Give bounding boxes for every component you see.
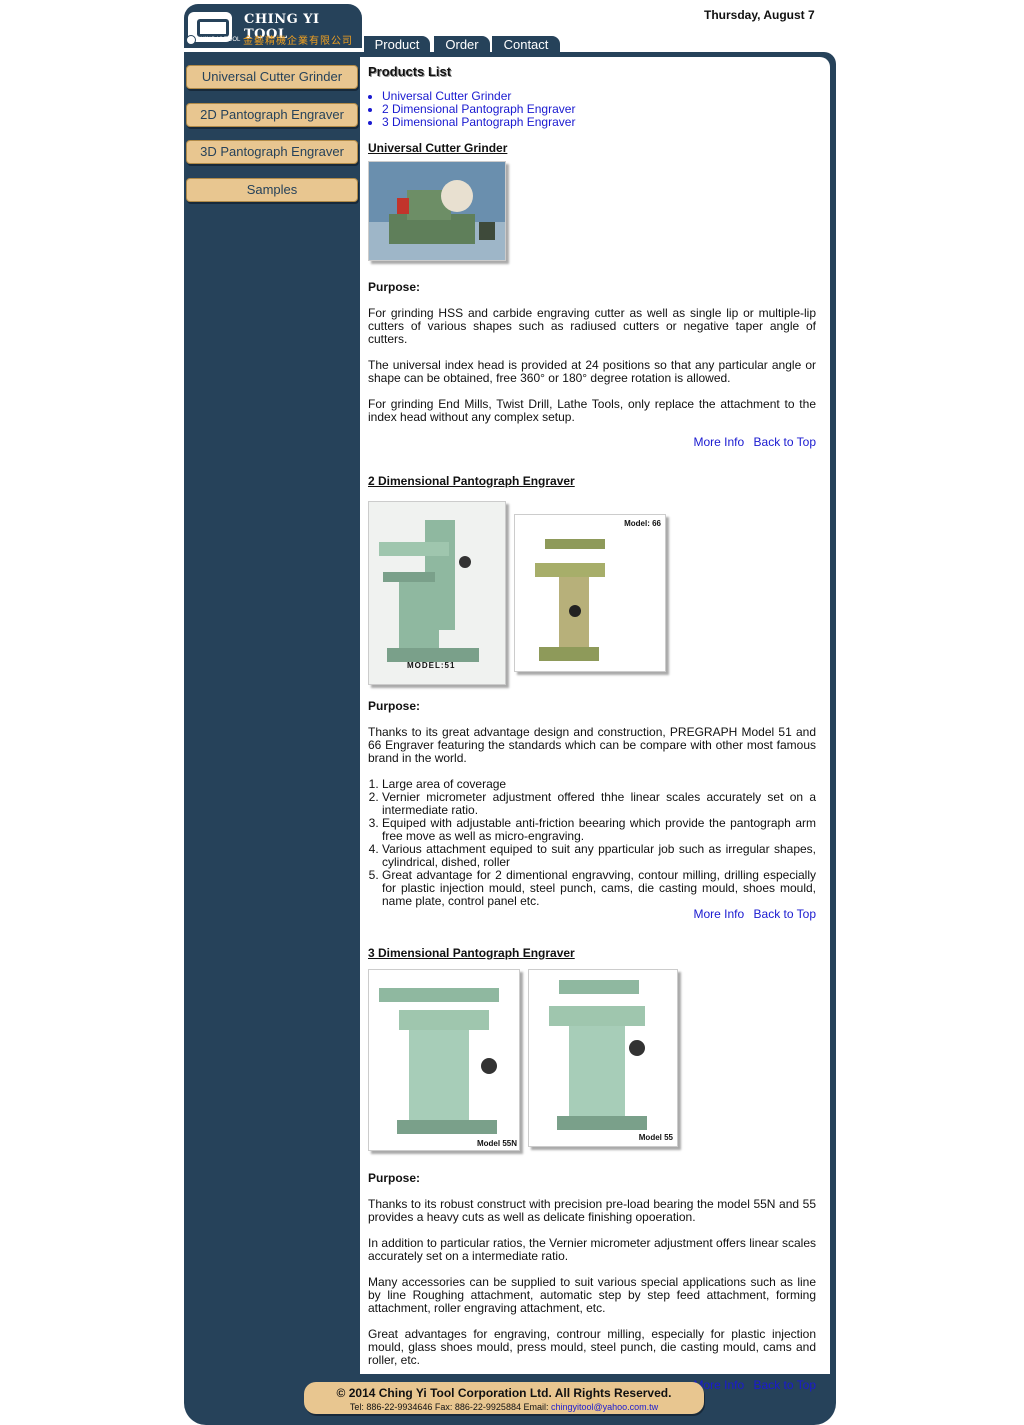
universal-cutter-grinder-photo xyxy=(368,161,506,261)
site-logo[interactable]: CHING YI TOOL CHING YI TOOL 金藝精機企業有限公司 xyxy=(184,4,362,48)
products-list: Universal Cutter Grinder 2 Dimensional P… xyxy=(368,90,816,129)
tab-contact[interactable]: Contact xyxy=(492,36,560,54)
section-paragraph: In addition to particular ratios, the Ve… xyxy=(368,1236,816,1263)
logo-name-small: CHING YI TOOL xyxy=(196,37,241,43)
model-51-photo: MODEL:51 xyxy=(368,501,506,685)
image-label: Model 55 xyxy=(638,1133,673,1142)
section-paragraph: For grinding End Mills, Twist Drill, Lat… xyxy=(368,397,816,424)
product-link-3d-engraver[interactable]: 3 Dimensional Pantograph Engraver xyxy=(382,116,816,129)
page-frame: CHING YI TOOL CHING YI TOOL 金藝精機企業有限公司 T… xyxy=(184,0,836,1425)
sidebar-item-universal-cutter-grinder[interactable]: Universal Cutter Grinder xyxy=(186,65,358,89)
feature-item: Great advantage for 2 dimentional engrav… xyxy=(382,869,816,908)
feature-item: Vernier micrometer adjustment offered th… xyxy=(382,791,816,817)
feature-item: Equiped with adjustable anti-friction be… xyxy=(382,817,816,843)
image-label: Model 55N xyxy=(476,1139,517,1148)
section-paragraph: For grinding HSS and carbide engraving c… xyxy=(368,306,816,346)
section-links: More Info Back to Top xyxy=(368,436,816,449)
section-paragraph: Thanks to its robust construct with prec… xyxy=(368,1197,816,1224)
main-content: Products List Universal Cutter Grinder 2… xyxy=(360,57,830,1392)
products-list-heading: Products List xyxy=(368,64,452,79)
sidebar-background xyxy=(184,52,360,1425)
section-title-2d-engraver: 2 Dimensional Pantograph Engraver xyxy=(368,474,575,488)
model-55-photo: Model 55 xyxy=(528,969,678,1147)
section-paragraph: The universal index head is provided at … xyxy=(368,358,816,385)
back-to-top-link[interactable]: Back to Top xyxy=(754,1378,816,1392)
footer-copyright: © 2014 Ching Yi Tool Corporation Ltd. Al… xyxy=(336,1386,672,1400)
footer-contact: Tel: 886-22-9934646 Fax: 886-22-9925884 … xyxy=(304,1402,704,1412)
model-66-photo: Model: 66 xyxy=(514,514,666,672)
model-55n-photo: Model 55N xyxy=(368,969,520,1151)
sidebar-item-3d-pantograph-engraver[interactable]: 3D Pantograph Engraver xyxy=(186,140,358,164)
feature-item: Various attachment equiped to suit any p… xyxy=(382,843,816,869)
footer-email-link[interactable]: chingyitool@yahoo.com.tw xyxy=(551,1402,658,1412)
section-paragraph: Great advantages for engraving, controur… xyxy=(368,1327,816,1367)
section-paragraph: Many accessories can be supplied to suit… xyxy=(368,1275,816,1315)
footer-phone-fax: Tel: 886-22-9934646 Fax: 886-22-9925884 … xyxy=(349,1402,549,1412)
back-to-top-link[interactable]: Back to Top xyxy=(754,435,816,449)
sidebar-item-samples[interactable]: Samples xyxy=(186,178,358,202)
more-info-link[interactable]: More Info xyxy=(693,907,744,921)
image-label: MODEL:51 xyxy=(407,661,456,670)
tab-product[interactable]: Product xyxy=(364,36,430,54)
purpose-label: Purpose: xyxy=(368,280,421,294)
section-title-3d-engraver: 3 Dimensional Pantograph Engraver xyxy=(368,946,575,960)
purpose-label: Purpose: xyxy=(368,1171,421,1185)
sidebar-item-2d-pantograph-engraver[interactable]: 2D Pantograph Engraver xyxy=(186,103,358,127)
section-title-universal-cutter-grinder: Universal Cutter Grinder xyxy=(368,141,508,155)
section-links: More Info Back to Top xyxy=(368,908,816,921)
logo-name-zh: 金藝精機企業有限公司 xyxy=(243,36,353,47)
feature-list: Large area of coverage Vernier micromete… xyxy=(368,778,816,908)
back-to-top-link[interactable]: Back to Top xyxy=(754,907,816,921)
more-info-link[interactable]: More Info xyxy=(693,435,744,449)
purpose-label: Purpose: xyxy=(368,699,421,713)
section-paragraph: Thanks to its great advantage design and… xyxy=(368,725,816,765)
tab-order[interactable]: Order xyxy=(434,36,490,54)
site-footer: © 2014 Ching Yi Tool Corporation Ltd. Al… xyxy=(304,1382,704,1414)
image-label: Model: 66 xyxy=(624,519,661,528)
current-date: Thursday, August 7 xyxy=(704,8,815,22)
